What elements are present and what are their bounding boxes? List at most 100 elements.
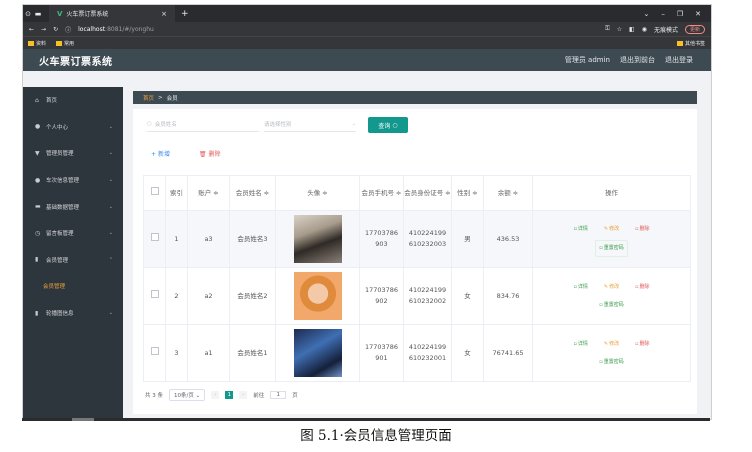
minimize-icon[interactable]: –	[661, 10, 665, 18]
sidebar-item-base-data[interactable]: ▬ 基础数据管理 ⌄	[23, 193, 123, 220]
sidebar-subitem-member-management[interactable]: 会员管理	[23, 273, 123, 300]
trash-icon: 🗑	[199, 151, 207, 158]
table-row: 3 a1 会员姓名1 17703786901 41022419961023200…	[143, 324, 691, 382]
edit-button[interactable]: ✎ 修改	[601, 280, 622, 295]
delete-button[interactable]: ▫ 删除	[632, 337, 652, 352]
back-to-frontend-link[interactable]: 退出到前台	[620, 55, 655, 65]
reset-password-label: 重置密码	[603, 301, 624, 308]
bar-chart-icon: ▮	[35, 309, 39, 317]
sidebar-item-carousel[interactable]: ▮ 轮播图信息 ⌄	[23, 300, 123, 327]
edit-icon: ✎	[603, 340, 609, 347]
delete-button[interactable]: ▫ 删除	[632, 280, 652, 295]
sidepanel-icon[interactable]: ◧	[629, 26, 635, 33]
current-page-button[interactable]: 1	[225, 391, 234, 399]
back-icon[interactable]: ←	[29, 26, 34, 33]
sidebar-item-members[interactable]: ▮ 会员管理 ⌃	[23, 247, 123, 274]
detail-button[interactable]: ▫ 详情	[570, 222, 590, 237]
figure-caption: 图 5.1·会员信息管理页面	[300, 428, 452, 444]
sidebar-item-admins[interactable]: ▼ 管理员管理 ⌄	[23, 140, 123, 167]
column-header[interactable]: 性别 ≑	[451, 175, 484, 211]
url-path: :8081/#/yonghu	[105, 25, 154, 33]
column-header[interactable]: 账户 ≑	[187, 175, 230, 211]
star-icon[interactable]: ☆	[617, 26, 622, 33]
sidebar-item-home[interactable]: ⌂ 首页	[23, 87, 123, 114]
name-cell: 会员姓名1	[229, 324, 276, 382]
select-all-checkbox[interactable]	[150, 186, 159, 195]
add-button[interactable]: + 新增	[151, 149, 170, 158]
chevron-down-icon[interactable]: ⌄	[643, 10, 649, 18]
index-cell: 2	[165, 267, 188, 325]
other-bookmarks[interactable]: 其他书签	[676, 40, 711, 47]
member-name-input[interactable]: ○ 会员姓名	[147, 117, 259, 132]
member-name-placeholder: 会员姓名	[154, 122, 177, 128]
chevron-up-icon: ⌃	[108, 256, 113, 263]
row-select-cell[interactable]	[143, 324, 166, 382]
bookmark-folder-2[interactable]: 常用	[56, 40, 74, 47]
page-size-value: 10条/页	[174, 393, 194, 399]
name-cell: 会员姓名3	[229, 210, 276, 268]
column-header[interactable]: 余额 ≑	[483, 175, 533, 211]
prev-page-button[interactable]: ‹	[211, 391, 220, 399]
forward-icon[interactable]: →	[41, 26, 46, 33]
query-button[interactable]: 查询 ○	[368, 117, 408, 133]
horizontal-scrollbar[interactable]	[22, 418, 710, 421]
info-icon[interactable]: ⓘ	[65, 25, 71, 34]
page-size-select[interactable]: 10条/页 ⌄	[169, 389, 206, 401]
reset-password-button[interactable]: ▫ 重置密码	[596, 355, 626, 370]
row-select-cell[interactable]	[143, 210, 166, 268]
update-button[interactable]: 更新	[684, 24, 705, 34]
restore-icon[interactable]: ❐	[677, 10, 683, 18]
close-window-icon[interactable]: ✕	[695, 10, 701, 18]
next-page-button[interactable]: ›	[239, 391, 248, 399]
bookmark-folder-1[interactable]: 资料	[28, 40, 46, 47]
reset-password-button[interactable]: ▫ 重置密码	[595, 239, 628, 257]
bookmark-label: 资料	[36, 40, 47, 47]
column-header[interactable]: 头像 ≑	[275, 175, 360, 211]
goto-label: 前往	[253, 393, 265, 399]
reset-password-label: 重置密码	[603, 358, 624, 365]
avatar-cell	[275, 210, 360, 268]
column-header[interactable]: 会员身份证号 ≑	[403, 175, 452, 211]
key-icon[interactable]: ⚿	[605, 25, 610, 33]
sidebar-item-profile[interactable]: ● 个人中心 ⌄	[23, 114, 123, 141]
tab-search-icon[interactable]: ▬	[33, 10, 43, 18]
row-checkbox[interactable]	[150, 347, 159, 355]
edit-button[interactable]: ✎ 修改	[601, 337, 622, 352]
sidebar-item-trains[interactable]: ● 车次信息管理 ⌄	[23, 167, 123, 194]
column-header[interactable]: 会员手机号 ≑	[359, 175, 404, 211]
sidebar-item-label: 车次信息管理	[46, 178, 80, 185]
url-field[interactable]: localhost:8081/#/yonghu	[78, 26, 154, 33]
goto-page-input[interactable]: 1	[270, 391, 287, 399]
row-checkbox[interactable]	[150, 290, 159, 298]
table-row: 1 a3 会员姓名3 17703786903 41022419961023200…	[143, 210, 691, 268]
browser-menu-icon[interactable]: ⊙	[23, 10, 33, 18]
delete-button[interactable]: ▫ 删除	[632, 222, 652, 237]
detail-button[interactable]: ▫ 详情	[570, 280, 590, 295]
sidebar-item-messages[interactable]: ◷ 留言板管理 ⌄	[23, 220, 123, 247]
search-icon: ○	[147, 121, 152, 127]
sidebar-item-label: 基础数据管理	[46, 204, 80, 211]
reload-icon[interactable]: ↻	[53, 26, 58, 33]
row-select-cell[interactable]	[143, 267, 166, 325]
reset-icon: ▫	[599, 244, 603, 251]
breadcrumb-home[interactable]: 首页	[143, 94, 154, 102]
delete-label: 删除	[639, 283, 650, 290]
new-tab-icon[interactable]: +	[181, 9, 189, 19]
column-header[interactable]: 会员姓名 ≑	[229, 175, 276, 211]
detail-button[interactable]: ▫ 详情	[570, 337, 590, 352]
tab-close-icon[interactable]: ×	[161, 10, 167, 18]
sidebar-item-label: 会员管理	[43, 284, 66, 291]
tab-title: 火车票订票系统	[66, 11, 109, 18]
sidebar-item-label: 轮播图信息	[46, 311, 74, 318]
batch-delete-button[interactable]: 🗑 删除	[199, 149, 221, 158]
delete-label: 删除	[639, 225, 650, 232]
edit-button[interactable]: ✎ 修改	[601, 222, 622, 237]
scrollbar-thumb[interactable]	[72, 418, 94, 421]
select-all-cell[interactable]	[143, 175, 166, 211]
reset-password-button[interactable]: ▫ 重置密码	[596, 298, 626, 313]
browser-tab[interactable]: V 火车票订票系统 ×	[49, 5, 175, 22]
logout-link[interactable]: 退出登录	[665, 55, 693, 65]
row-checkbox[interactable]	[150, 233, 159, 241]
gender-select[interactable]: 请选择性别 ⌄	[264, 117, 356, 132]
plus-icon: +	[151, 151, 157, 158]
